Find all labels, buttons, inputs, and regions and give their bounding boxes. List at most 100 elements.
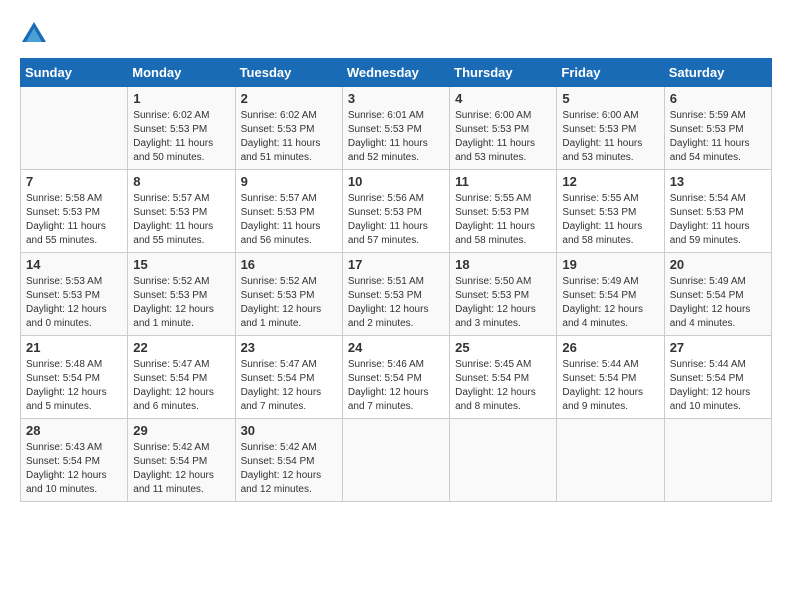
day-info: Sunrise: 6:02 AM Sunset: 5:53 PM Dayligh… [133,109,229,165]
calendar-cell: 15 Sunrise: 5:52 AM Sunset: 5:53 PM Dayli… [128,253,235,336]
day-number: 29 [133,423,229,438]
day-info: Sunrise: 5:52 AM Sunset: 5:53 PM Dayligh… [133,275,229,331]
day-number: 23 [241,340,337,355]
calendar-cell: 16 Sunrise: 5:52 AM Sunset: 5:53 PM Dayli… [235,253,342,336]
calendar-cell: 29 Sunrise: 5:42 AM Sunset: 5:54 PM Dayli… [128,419,235,502]
day-number: 10 [348,174,444,189]
day-number: 14 [26,257,122,272]
day-info: Sunrise: 6:00 AM Sunset: 5:53 PM Dayligh… [455,109,551,165]
day-header-sunday: Sunday [21,59,128,87]
day-number: 15 [133,257,229,272]
day-number: 9 [241,174,337,189]
day-number: 25 [455,340,551,355]
page-header [20,20,772,48]
day-header-friday: Friday [557,59,664,87]
day-info: Sunrise: 5:49 AM Sunset: 5:54 PM Dayligh… [670,275,766,331]
calendar-cell: 25 Sunrise: 5:45 AM Sunset: 5:54 PM Dayli… [450,336,557,419]
calendar-cell [557,419,664,502]
day-info: Sunrise: 6:02 AM Sunset: 5:53 PM Dayligh… [241,109,337,165]
calendar-cell: 2 Sunrise: 6:02 AM Sunset: 5:53 PM Daylig… [235,87,342,170]
week-row-5: 28Sunrise: 5:43 AM Sunset: 5:54 PM Dayli… [21,419,772,502]
calendar-cell: 26 Sunrise: 5:44 AM Sunset: 5:54 PM Dayli… [557,336,664,419]
day-header-thursday: Thursday [450,59,557,87]
day-info: Sunrise: 5:45 AM Sunset: 5:54 PM Dayligh… [455,358,551,414]
calendar-cell: 24 Sunrise: 5:46 AM Sunset: 5:54 PM Dayli… [342,336,449,419]
day-number: 6 [670,91,766,106]
calendar-cell [342,419,449,502]
calendar-cell: 27 Sunrise: 5:44 AM Sunset: 5:54 PM Dayli… [664,336,771,419]
day-number: 22 [133,340,229,355]
day-info: Sunrise: 5:42 AM Sunset: 5:54 PM Dayligh… [133,441,229,497]
calendar-cell: 19 Sunrise: 5:49 AM Sunset: 5:54 PM Dayli… [557,253,664,336]
calendar-cell: 23 Sunrise: 5:47 AM Sunset: 5:54 PM Dayli… [235,336,342,419]
calendar-cell: 3 Sunrise: 6:01 AM Sunset: 5:53 PM Daylig… [342,87,449,170]
logo-icon [20,20,48,48]
day-info: Sunrise: 5:48 AM Sunset: 5:54 PM Dayligh… [26,358,122,414]
day-info: Sunrise: 6:01 AM Sunset: 5:53 PM Dayligh… [348,109,444,165]
day-info: Sunrise: 5:52 AM Sunset: 5:53 PM Dayligh… [241,275,337,331]
day-info: Sunrise: 5:59 AM Sunset: 5:53 PM Dayligh… [670,109,766,165]
calendar-cell: 12Sunrise: 5:55 AM Sunset: 5:53 PM Dayli… [557,170,664,253]
day-info: Sunrise: 5:47 AM Sunset: 5:54 PM Dayligh… [133,358,229,414]
day-number: 27 [670,340,766,355]
calendar-cell: 28Sunrise: 5:43 AM Sunset: 5:54 PM Dayli… [21,419,128,502]
logo [20,20,52,48]
day-number: 13 [670,174,766,189]
day-info: Sunrise: 5:44 AM Sunset: 5:54 PM Dayligh… [670,358,766,414]
calendar-cell: 11 Sunrise: 5:55 AM Sunset: 5:53 PM Dayli… [450,170,557,253]
calendar-cell: 13Sunrise: 5:54 AM Sunset: 5:53 PM Dayli… [664,170,771,253]
calendar-cell: 8Sunrise: 5:57 AM Sunset: 5:53 PM Daylig… [128,170,235,253]
day-number: 21 [26,340,122,355]
day-number: 12 [562,174,658,189]
day-info: Sunrise: 5:57 AM Sunset: 5:53 PM Dayligh… [241,192,337,248]
day-info: Sunrise: 5:50 AM Sunset: 5:53 PM Dayligh… [455,275,551,331]
day-number: 11 [455,174,551,189]
day-info: Sunrise: 5:43 AM Sunset: 5:54 PM Dayligh… [26,441,122,497]
calendar-cell: 21 Sunrise: 5:48 AM Sunset: 5:54 PM Dayli… [21,336,128,419]
day-number: 2 [241,91,337,106]
calendar-cell: 4 Sunrise: 6:00 AM Sunset: 5:53 PM Daylig… [450,87,557,170]
day-number: 30 [241,423,337,438]
day-info: Sunrise: 5:55 AM Sunset: 5:53 PM Dayligh… [455,192,551,248]
calendar-cell [664,419,771,502]
day-header-wednesday: Wednesday [342,59,449,87]
calendar-cell: 10 Sunrise: 5:56 AM Sunset: 5:53 PM Dayli… [342,170,449,253]
day-header-tuesday: Tuesday [235,59,342,87]
calendar-cell: 20Sunrise: 5:49 AM Sunset: 5:54 PM Dayli… [664,253,771,336]
day-info: Sunrise: 5:46 AM Sunset: 5:54 PM Dayligh… [348,358,444,414]
day-info: Sunrise: 6:00 AM Sunset: 5:53 PM Dayligh… [562,109,658,165]
day-number: 24 [348,340,444,355]
week-row-1: 1 Sunrise: 6:02 AM Sunset: 5:53 PM Daylig… [21,87,772,170]
week-row-2: 7 Sunrise: 5:58 AM Sunset: 5:53 PM Daylig… [21,170,772,253]
day-info: Sunrise: 5:44 AM Sunset: 5:54 PM Dayligh… [562,358,658,414]
day-number: 19 [562,257,658,272]
day-number: 8 [133,174,229,189]
calendar-table: SundayMondayTuesdayWednesdayThursdayFrid… [20,58,772,502]
calendar-cell: 30 Sunrise: 5:42 AM Sunset: 5:54 PM Dayli… [235,419,342,502]
day-info: Sunrise: 5:49 AM Sunset: 5:54 PM Dayligh… [562,275,658,331]
calendar-cell: 18Sunrise: 5:50 AM Sunset: 5:53 PM Dayli… [450,253,557,336]
day-number: 3 [348,91,444,106]
day-number: 26 [562,340,658,355]
day-info: Sunrise: 5:56 AM Sunset: 5:53 PM Dayligh… [348,192,444,248]
day-info: Sunrise: 5:47 AM Sunset: 5:54 PM Dayligh… [241,358,337,414]
day-number: 4 [455,91,551,106]
calendar-cell: 22 Sunrise: 5:47 AM Sunset: 5:54 PM Dayli… [128,336,235,419]
week-row-4: 21 Sunrise: 5:48 AM Sunset: 5:54 PM Dayli… [21,336,772,419]
day-info: Sunrise: 5:42 AM Sunset: 5:54 PM Dayligh… [241,441,337,497]
day-number: 16 [241,257,337,272]
calendar-cell: 9 Sunrise: 5:57 AM Sunset: 5:53 PM Daylig… [235,170,342,253]
day-header-saturday: Saturday [664,59,771,87]
calendar-cell: 17 Sunrise: 5:51 AM Sunset: 5:53 PM Dayli… [342,253,449,336]
day-number: 17 [348,257,444,272]
day-number: 7 [26,174,122,189]
day-info: Sunrise: 5:51 AM Sunset: 5:53 PM Dayligh… [348,275,444,331]
day-number: 1 [133,91,229,106]
calendar-cell [21,87,128,170]
header-row: SundayMondayTuesdayWednesdayThursdayFrid… [21,59,772,87]
calendar-cell: 7 Sunrise: 5:58 AM Sunset: 5:53 PM Daylig… [21,170,128,253]
calendar-cell: 5Sunrise: 6:00 AM Sunset: 5:53 PM Daylig… [557,87,664,170]
day-info: Sunrise: 5:58 AM Sunset: 5:53 PM Dayligh… [26,192,122,248]
calendar-cell: 14Sunrise: 5:53 AM Sunset: 5:53 PM Dayli… [21,253,128,336]
day-header-monday: Monday [128,59,235,87]
